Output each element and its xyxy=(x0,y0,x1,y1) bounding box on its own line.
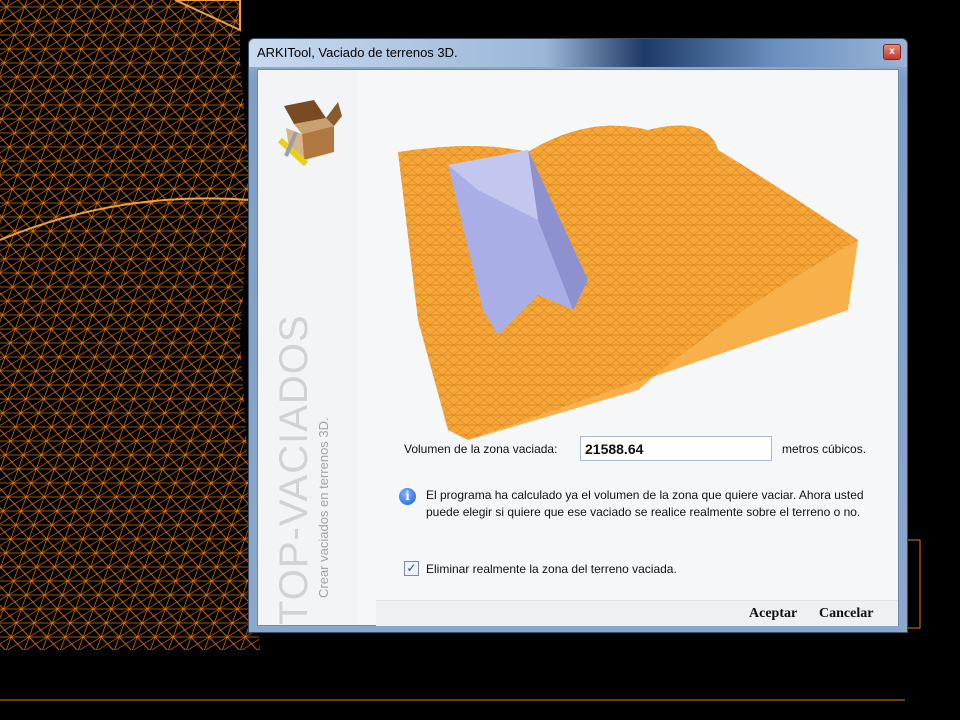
accept-button[interactable]: Aceptar xyxy=(749,606,797,622)
title-bar[interactable]: ARKITool, Vaciado de terrenos 3D. x xyxy=(249,39,907,67)
dialog-content: TOP-VACIADOS Crear vaciados en terrenos … xyxy=(257,69,899,626)
volume-unit: metros cúbicos. xyxy=(782,442,867,456)
toolbox-icon xyxy=(277,100,342,166)
sidebar: TOP-VACIADOS Crear vaciados en terrenos … xyxy=(258,70,358,625)
volume-label: Volumen de la zona vaciada: xyxy=(404,442,558,456)
eliminar-checkbox[interactable]: ✓ xyxy=(404,561,419,576)
info-message: El programa ha calculado ya el volumen d… xyxy=(426,488,864,519)
info-icon: i xyxy=(399,488,416,505)
volume-input[interactable]: 21588.64 xyxy=(580,436,772,461)
sidebar-title: TOP-VACIADOS xyxy=(272,314,316,625)
dialog-window: ARKITool, Vaciado de terrenos 3D. x TOP-… xyxy=(248,38,908,633)
window-title: ARKITool, Vaciado de terrenos 3D. xyxy=(257,45,458,60)
sidebar-subtitle: Crear vaciados en terrenos 3D. xyxy=(316,417,331,598)
cancel-button[interactable]: Cancelar xyxy=(819,606,873,622)
close-button[interactable]: x xyxy=(883,44,901,60)
eliminar-checkbox-label[interactable]: Eliminar realmente la zona del terreno v… xyxy=(426,562,677,576)
terrain-3d-preview xyxy=(398,125,858,440)
